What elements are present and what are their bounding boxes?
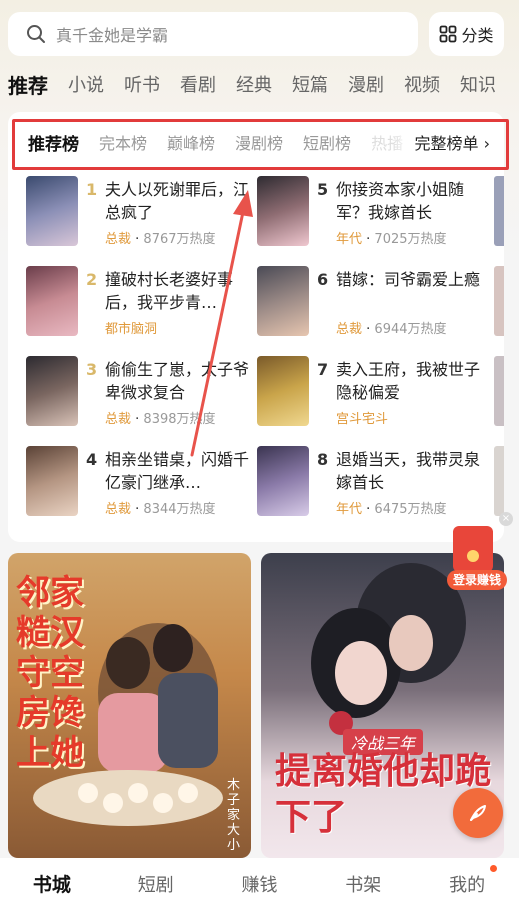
nav-earn[interactable]: 赚钱 — [208, 871, 312, 897]
nav-profile[interactable]: 我的 — [415, 864, 519, 897]
login-reward-label: 登录赚钱 — [447, 570, 507, 590]
login-reward-widget[interactable]: × 登录赚钱 — [447, 512, 513, 592]
notification-dot — [489, 864, 497, 872]
write-fab[interactable] — [453, 788, 503, 838]
nav-bookshelf[interactable]: 书架 — [311, 871, 415, 897]
nav-profile-label: 我的 — [449, 874, 486, 896]
nav-short-drama[interactable]: 短剧 — [104, 871, 208, 897]
banner-author: 木子家大小 — [227, 778, 241, 853]
nav-bookstore[interactable]: 书城 — [0, 870, 104, 897]
bottom-nav: 书城 短剧 赚钱 书架 我的 — [0, 858, 519, 909]
red-packet-icon — [453, 526, 493, 572]
banner-title: 邻家糙汉守空房馋上她 — [16, 573, 84, 773]
close-icon[interactable]: × — [499, 512, 513, 526]
promo-banner[interactable]: 邻家糙汉守空房馋上她 木子家大小 — [8, 553, 251, 858]
feather-pen-icon — [470, 805, 486, 821]
